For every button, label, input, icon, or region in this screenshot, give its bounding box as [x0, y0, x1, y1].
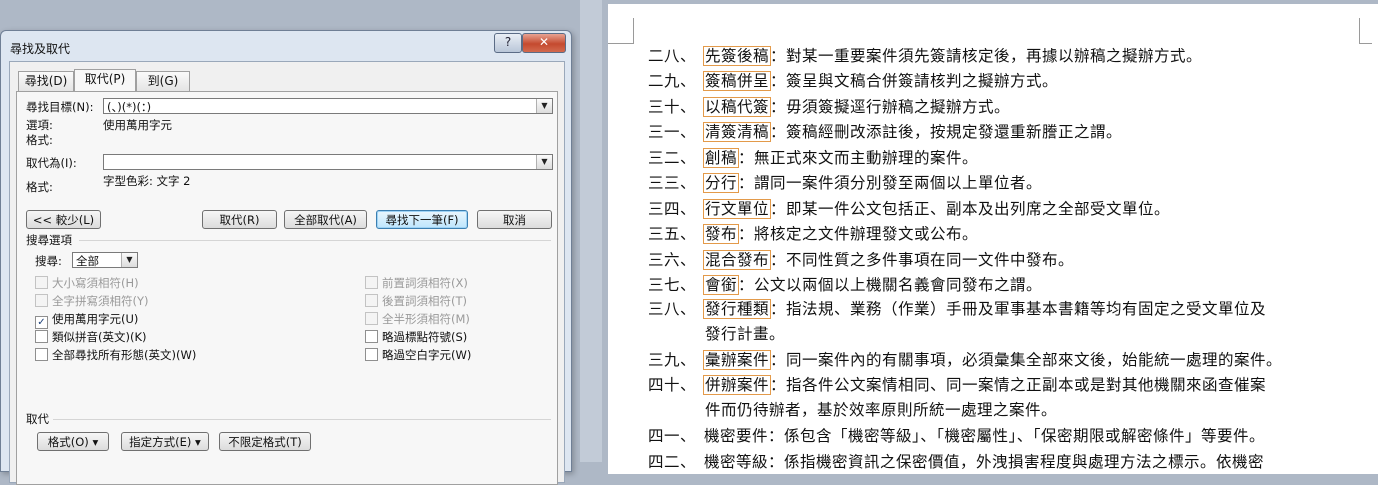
- replace-format-label: 格式:: [26, 180, 53, 194]
- chevron-down-icon[interactable]: ▼: [536, 99, 552, 113]
- highlighted-term: 分行: [702, 173, 740, 193]
- find-replace-dialog[interactable]: 尋找及取代 ? ✕ 尋找(D) 取代(P) 到(G) 尋找目標(N): (、)(…: [0, 30, 572, 485]
- find-next-button[interactable]: 尋找下一筆(F): [376, 210, 468, 229]
- search-direction-label: 搜尋:: [35, 254, 62, 268]
- find-what-input[interactable]: (、)(*)(：) ▼: [103, 98, 553, 114]
- doc-line: 三二、 創稿：無正式來文而主動辦理的案件。: [648, 148, 979, 168]
- find-format-label: 格式:: [26, 133, 53, 147]
- checkbox-box[interactable]: [35, 276, 48, 289]
- doc-line: 三一、 清簽清稿：簽稿經刪改添註後，按規定發還重新謄正之謂。: [648, 122, 1123, 142]
- crop-mark-top-right: [1359, 18, 1372, 44]
- replace-with-label: 取代為(I):: [26, 156, 77, 170]
- match-suffix-checkbox[interactable]: 後置詞須相符(T): [365, 293, 467, 309]
- format-dropdown-button[interactable]: 格式(O) ▾: [37, 432, 109, 451]
- search-direction-select[interactable]: 全部 ▼: [72, 252, 138, 268]
- checkbox-box[interactable]: [35, 294, 48, 307]
- doc-line: 三八、 發行種類：指法規、業務（作業）手冊及軍事基本書籍等均有固定之受文單位及: [648, 299, 1267, 319]
- doc-line: 三六、 混合發布：不同性質之多件事項在同一文件中發布。: [648, 250, 1075, 270]
- doc-line: 三四、 行文單位：即某一件公文包括正、副本及出列席之全部受文單位。: [648, 199, 1171, 219]
- ignore-punctuation-checkbox[interactable]: 略過標點符號(S): [365, 329, 467, 345]
- checkbox-box[interactable]: [365, 294, 378, 307]
- checkbox-box[interactable]: [365, 330, 378, 343]
- chevron-down-icon[interactable]: ▼: [121, 253, 137, 267]
- crop-mark-top-left: [608, 18, 634, 44]
- highlighted-term: 發布: [702, 224, 740, 244]
- find-what-label: 尋找目標(N):: [26, 100, 94, 114]
- tab-replace[interactable]: 取代(P): [74, 69, 136, 92]
- doc-line: 三十、 以稿代簽：毋須簽擬逕行辦稿之擬辦方式。: [648, 97, 1011, 117]
- special-dropdown-button[interactable]: 指定方式(E) ▾: [121, 432, 209, 451]
- highlighted-term: 彙辦案件: [702, 350, 772, 370]
- replace-format-value: 字型色彩: 文字 2: [103, 174, 191, 188]
- match-prefix-checkbox[interactable]: 前置詞須相符(X): [365, 275, 468, 291]
- doc-line: 三五、 發布：將核定之文件辦理發文或公布。: [648, 224, 979, 244]
- doc-line: 三七、 會銜：公文以兩個以上機關名義會同發布之謂。: [648, 275, 1043, 295]
- cancel-button[interactable]: 取消: [477, 210, 552, 229]
- use-wildcards-checkbox[interactable]: ✓ 使用萬用字元(U): [35, 311, 138, 329]
- tab-find[interactable]: 尋找(D): [18, 71, 74, 91]
- options-value: 使用萬用字元: [103, 118, 172, 132]
- doc-line-continuation: 件而仍待辦者，基於效率原則所統一處理之案件。: [705, 401, 1058, 419]
- highlighted-term: 混合發布: [702, 250, 772, 270]
- search-options-heading: 搜尋選項: [26, 233, 72, 247]
- divider: [79, 240, 551, 241]
- checkbox-box[interactable]: [35, 348, 48, 361]
- doc-line-continuation: 發行計畫。: [705, 325, 786, 343]
- checkbox-box[interactable]: [365, 312, 378, 325]
- close-button[interactable]: ✕: [522, 33, 566, 53]
- no-formatting-button[interactable]: 不限定格式(T): [219, 432, 311, 451]
- dialog-title: 尋找及取代: [10, 42, 71, 56]
- replace-section-heading: 取代: [26, 412, 49, 426]
- highlighted-term: 簽稿併呈: [702, 71, 772, 91]
- doc-line: 三三、 分行：謂同一案件須分別發至兩個以上單位者。: [648, 173, 1043, 193]
- highlighted-term: 併辦案件: [702, 375, 772, 395]
- replace-with-input[interactable]: ▼: [103, 154, 553, 170]
- highlighted-term: 清簽清稿: [702, 122, 772, 142]
- doc-line: 三九、 彙辦案件：同一案件內的有關事項，必須彙集全部來文後，始能統一處理的案件。: [648, 350, 1283, 370]
- checkbox-box[interactable]: [365, 276, 378, 289]
- highlighted-term: 以稿代簽: [702, 97, 772, 117]
- help-button[interactable]: ?: [494, 33, 522, 53]
- all-word-forms-checkbox[interactable]: 全部尋找所有形態(英文)(W): [35, 347, 196, 363]
- less-button[interactable]: << 較少(L): [26, 210, 101, 229]
- doc-line: 四一、 機密要件：係包含「機密等級」、「機密屬性」、「保密期限或解密條件」等要件。: [648, 427, 1266, 445]
- highlighted-term: 創稿: [702, 148, 740, 168]
- doc-line: 二九、 簽稿併呈：簽呈與文稿合併簽請核判之擬辦方式。: [648, 71, 1059, 91]
- options-label: 選項:: [26, 118, 53, 132]
- dialog-titlebar[interactable]: 尋找及取代 ? ✕: [1, 31, 571, 61]
- replace-all-button[interactable]: 全部取代(A): [284, 210, 367, 229]
- doc-line: 四二、 機密等級：係指機密資訊之保密價值，外洩損害程度與處理方法之標示。依機密: [648, 453, 1265, 471]
- doc-line: 二八、 先簽後稿：對某一重要案件須先簽請核定後，再據以辦稿之擬辦方式。: [648, 46, 1203, 66]
- dialog-body: 尋找(D) 取代(P) 到(G) 尋找目標(N): (、)(*)(：) ▼ 選項…: [9, 61, 565, 485]
- divider: [53, 419, 551, 420]
- checkbox-box[interactable]: [35, 330, 48, 343]
- highlighted-term: 會銜: [702, 275, 740, 295]
- highlighted-term: 行文單位: [702, 199, 772, 219]
- match-width-checkbox[interactable]: 全半形須相符(M): [365, 311, 470, 327]
- chevron-down-icon[interactable]: ▼: [536, 155, 552, 169]
- replace-panel: 尋找目標(N): (、)(*)(：) ▼ 選項: 使用萬用字元 格式: 取代為(…: [16, 91, 558, 485]
- whole-word-checkbox[interactable]: 全字拼寫須相符(Y): [35, 293, 149, 309]
- replace-button[interactable]: 取代(R): [202, 210, 277, 229]
- document-page[interactable]: 二八、 先簽後稿：對某一重要案件須先簽請核定後，再據以辦稿之擬辦方式。 二九、 簽稿…: [608, 4, 1378, 474]
- checkbox-box[interactable]: [365, 348, 378, 361]
- checkmark-icon[interactable]: ✓: [35, 316, 48, 329]
- highlighted-term: 發行種類: [702, 299, 772, 319]
- match-case-checkbox[interactable]: 大小寫須相符(H): [35, 275, 139, 291]
- highlighted-term: 先簽後稿: [702, 46, 772, 66]
- doc-line: 四十、 併辦案件：指各件公文案情相同、同一案情之正副本或是對其他機關來函查催案: [648, 375, 1267, 395]
- tab-goto[interactable]: 到(G): [136, 71, 190, 91]
- ignore-whitespace-checkbox[interactable]: 略過空白字元(W): [365, 347, 471, 363]
- sounds-like-checkbox[interactable]: 類似拼音(英文)(K): [35, 329, 147, 345]
- vertical-scrollbar[interactable]: [580, 0, 602, 462]
